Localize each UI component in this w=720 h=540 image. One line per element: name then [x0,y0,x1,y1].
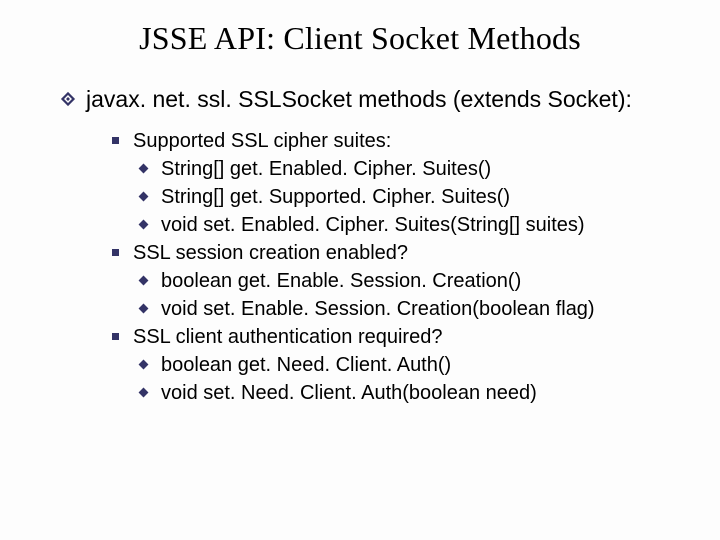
bullet-level3: boolean get. Need. Client. Auth() [138,352,680,378]
small-diamond-icon [139,303,149,313]
level3-text: String[] get. Enabled. Cipher. Suites() [161,156,680,182]
page-title: JSSE API: Client Socket Methods [0,20,720,57]
bullet-level1: javax. net. ssl. SSLSocket methods (exte… [60,85,680,114]
bullet-level3: String[] get. Supported. Cipher. Suites(… [138,184,680,210]
bullet-level3: String[] get. Enabled. Cipher. Suites() [138,156,680,182]
level2-block: Supported SSL cipher suites: String[] ge… [60,128,680,406]
level3-text: void set. Enabled. Cipher. Suites(String… [161,212,680,238]
level3-text: String[] get. Supported. Cipher. Suites(… [161,184,680,210]
slide-body: javax. net. ssl. SSLSocket methods (exte… [0,85,720,406]
level3-text: boolean get. Need. Client. Auth() [161,352,680,378]
small-diamond-icon [139,191,149,201]
square-icon [112,333,119,340]
bullet-level3: void set. Enable. Session. Creation(bool… [138,296,680,322]
level3-text: boolean get. Enable. Session. Creation() [161,268,680,294]
level3-text: void set. Need. Client. Auth(boolean nee… [161,380,680,406]
small-diamond-icon [139,387,149,397]
bullet-level2: SSL session creation enabled? [112,240,680,266]
slide: JSSE API: Client Socket Methods javax. n… [0,0,720,540]
square-icon [112,249,119,256]
level1-text: javax. net. ssl. SSLSocket methods (exte… [86,85,680,114]
diamond-icon [60,91,76,107]
level3-block: boolean get. Enable. Session. Creation()… [112,268,680,322]
level3-text: void set. Enable. Session. Creation(bool… [161,296,680,322]
square-icon [112,137,119,144]
level2-text: SSL session creation enabled? [133,240,680,266]
bullet-level3: boolean get. Enable. Session. Creation() [138,268,680,294]
level2-text: SSL client authentication required? [133,324,680,350]
bullet-level2: SSL client authentication required? [112,324,680,350]
level3-block: boolean get. Need. Client. Auth() void s… [112,352,680,406]
level2-text: Supported SSL cipher suites: [133,128,680,154]
level3-block: String[] get. Enabled. Cipher. Suites() … [112,156,680,238]
small-diamond-icon [139,219,149,229]
bullet-level3: void set. Need. Client. Auth(boolean nee… [138,380,680,406]
bullet-level3: void set. Enabled. Cipher. Suites(String… [138,212,680,238]
small-diamond-icon [139,359,149,369]
small-diamond-icon [139,163,149,173]
bullet-level2: Supported SSL cipher suites: [112,128,680,154]
small-diamond-icon [139,275,149,285]
